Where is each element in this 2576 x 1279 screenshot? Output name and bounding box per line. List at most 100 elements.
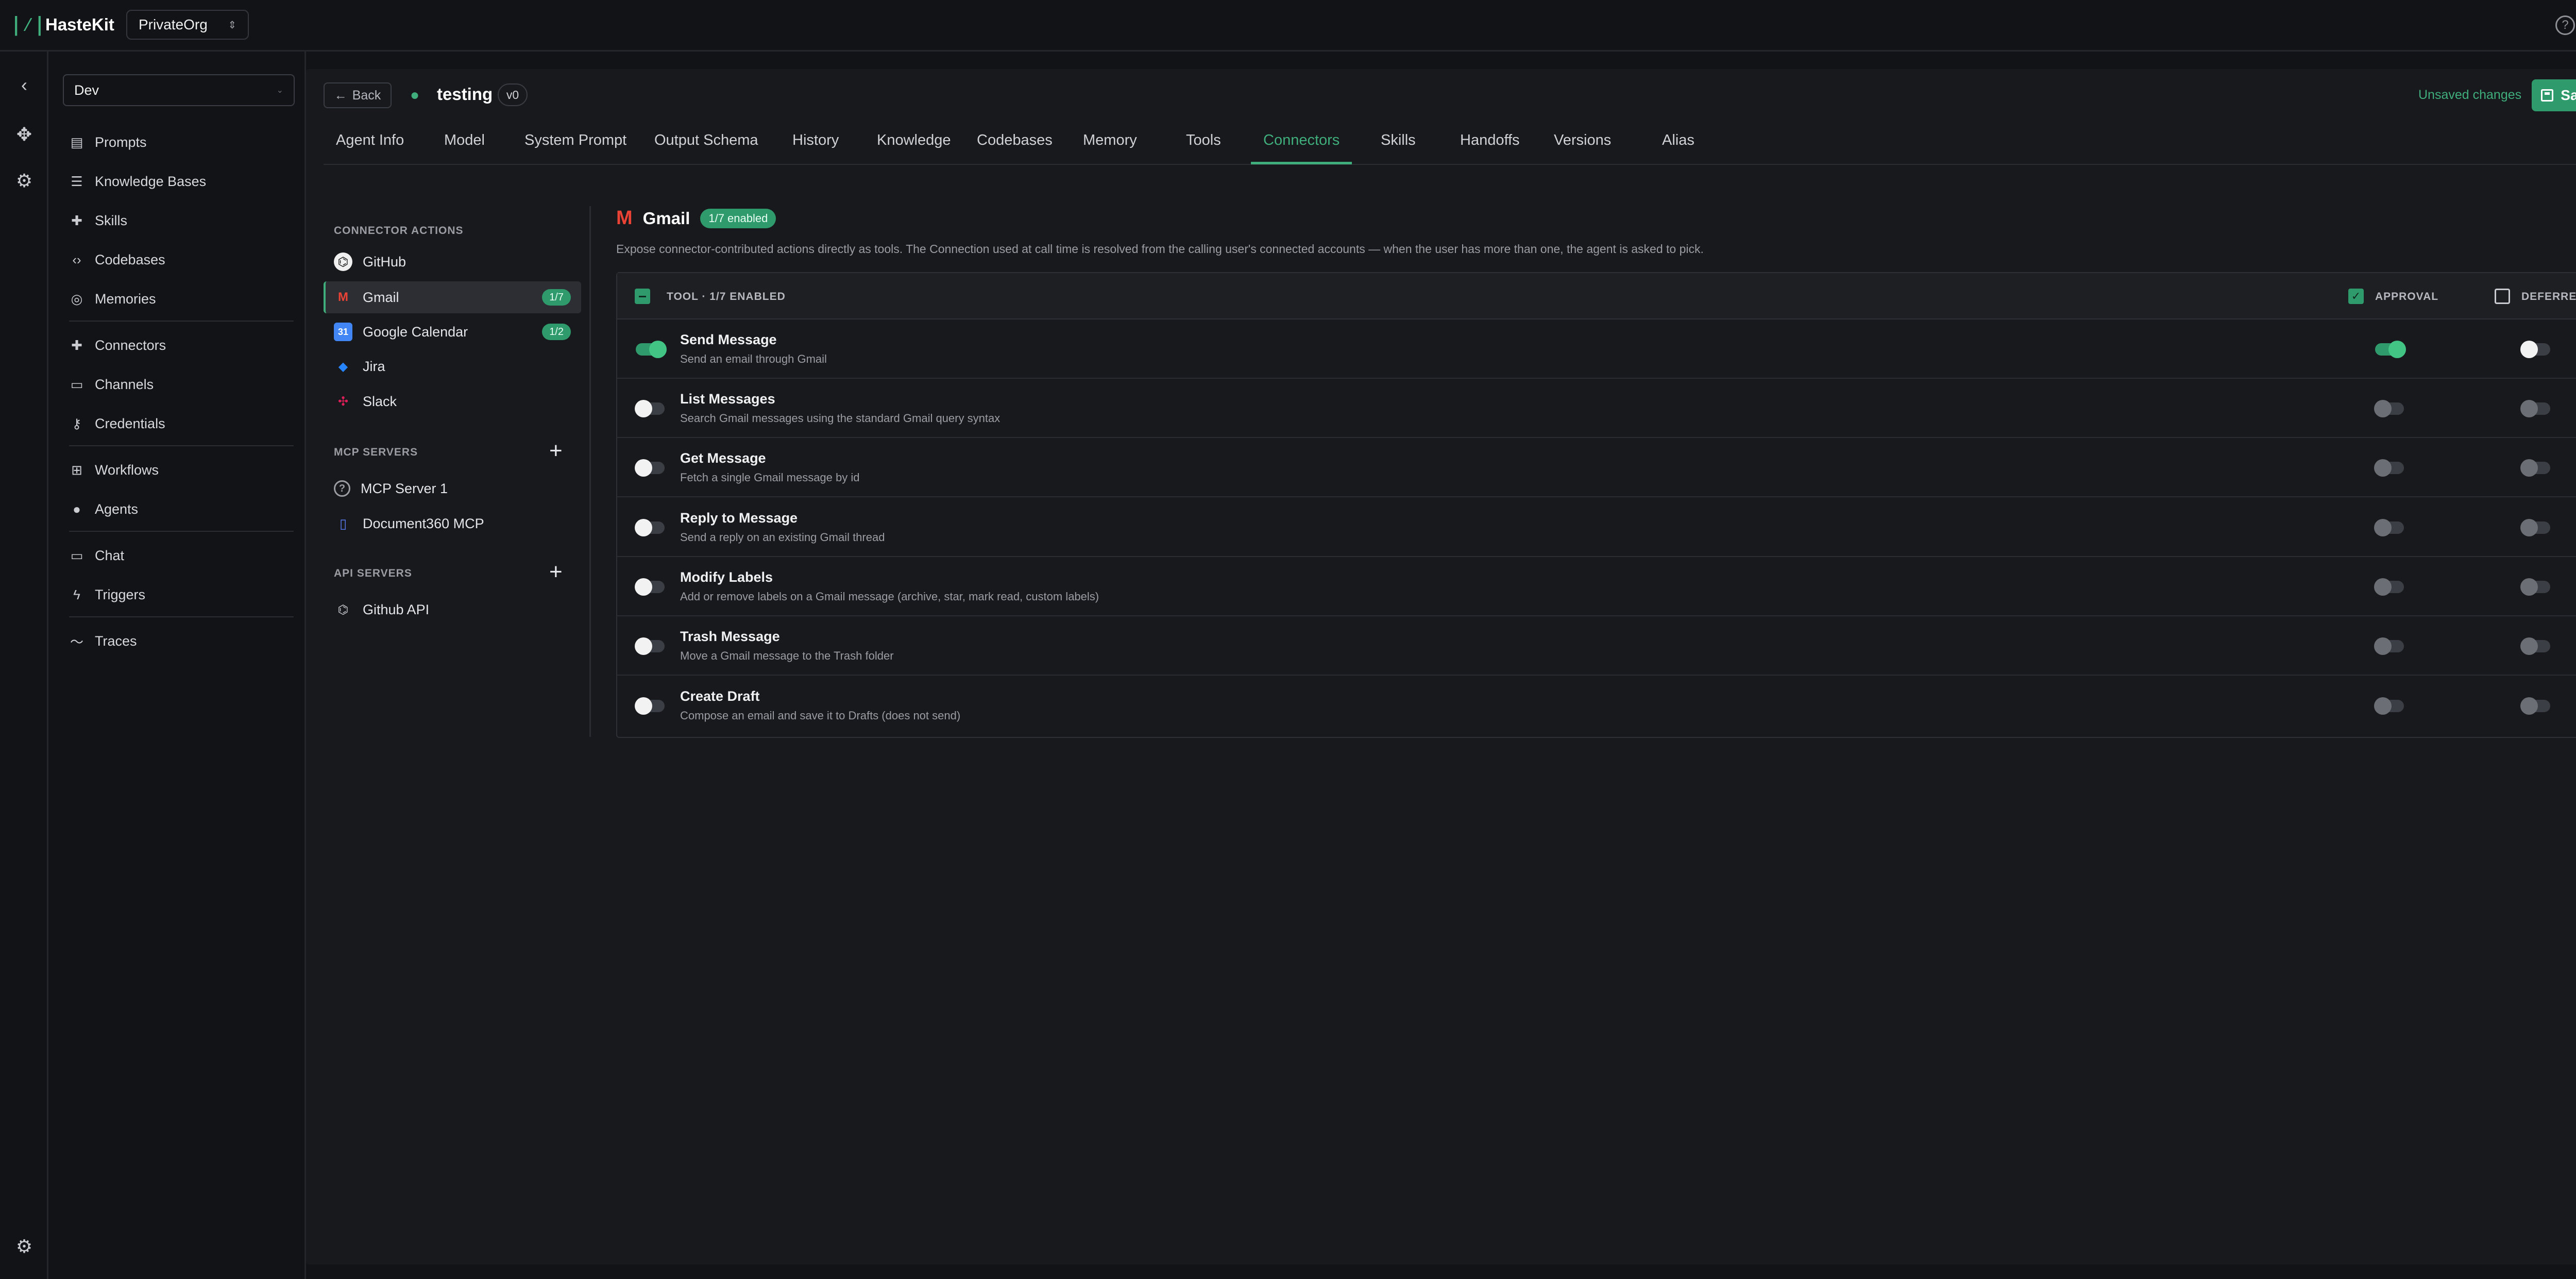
question-circle-icon: ? [334,480,350,497]
tab-handoffs[interactable]: Handoffs [1460,132,1520,164]
back-label: Back [352,88,381,103]
tab-skills[interactable]: Skills [1381,132,1416,164]
add-mcp-server-icon[interactable]: + [549,438,563,464]
add-api-server-icon[interactable]: + [549,559,563,585]
api-label: Github API [363,601,430,617]
vertical-divider [589,206,591,737]
api-item-github-api[interactable]: ⌬ Github API [324,594,581,626]
org-selector[interactable]: PrivateOrg ⇕ [126,10,249,40]
sidebar-item-label: Credentials [95,415,165,431]
sidebar-item-label: Workflows [95,462,159,478]
tool-title: Send Message [680,332,777,347]
tab-codebases[interactable]: Codebases [977,132,1053,164]
robot-icon[interactable]: ⚙ [11,168,37,194]
version-badge[interactable]: v0 [498,83,528,106]
back-button[interactable]: ← Back [324,82,392,108]
save-button[interactable]: Save [2532,79,2576,111]
help-icon[interactable]: ? [2555,15,2575,35]
tab-model[interactable]: Model [444,132,485,164]
deferred-toggle[interactable] [2520,519,2550,536]
approval-all-checkbox[interactable]: ✓ [2348,289,2364,304]
deferred-toggle[interactable] [2520,637,2550,655]
sidebar-item-credentials[interactable]: ⚷ Credentials [69,410,291,437]
deferred-toggle[interactable] [2520,459,2550,477]
sidebar-item-memories[interactable]: ◎ Memories [69,285,291,312]
enable-toggle[interactable] [635,578,665,596]
enable-toggle[interactable] [635,697,665,715]
connector-item-github[interactable]: ⌬ GitHub [324,246,581,278]
environment-select[interactable]: Dev ⌄ [63,74,295,106]
trend-icon: 〜 [70,634,83,650]
mcp-label: Document360 MCP [363,515,484,531]
connector-label: Gmail [363,289,399,305]
move-arrows-icon[interactable]: ✥ [11,122,37,147]
collapse-chevron-icon[interactable]: ‹ [11,72,37,98]
active-tab-indicator [1251,162,1352,164]
tool-title: Modify Labels [680,569,773,585]
connector-label: GitHub [363,254,406,270]
sidebar-divider [69,445,294,446]
deferred-toggle[interactable] [2520,578,2550,596]
enable-toggle[interactable] [636,341,667,358]
column-header-deferred: DEFERRED [2521,291,2576,302]
deferred-all-checkbox[interactable] [2495,289,2510,304]
tab-versions[interactable]: Versions [1554,132,1611,164]
tab-system-prompt[interactable]: System Prompt [524,132,626,164]
column-header-approval: APPROVAL [2375,291,2439,302]
tab-history[interactable]: History [792,132,839,164]
tab-connectors[interactable]: Connectors [1263,132,1340,164]
approval-toggle[interactable] [2374,519,2404,536]
sidebar-item-workflows[interactable]: ⊞ Workflows [69,457,291,483]
deferred-toggle[interactable] [2520,400,2550,417]
sidebar-item-label: Memories [95,291,156,307]
sidebar-item-triggers[interactable]: ϟ Triggers [69,581,291,608]
jira-icon: ◆ [338,359,348,374]
tool-title: Create Draft [680,688,760,704]
hastekit-logo-icon: |⁄| [10,12,46,36]
connector-item-jira[interactable]: ◆ Jira [324,350,581,382]
tab-memory[interactable]: Memory [1083,132,1137,164]
sidebar-item-knowledge-bases[interactable]: ☰ Knowledge Bases [69,168,291,195]
table-row [617,616,2576,676]
enable-toggle[interactable] [635,400,665,417]
connector-item-slack[interactable]: ✣ Slack [324,385,581,417]
settings-gear-icon[interactable]: ⚙ [11,1234,37,1259]
tool-description: Move a Gmail message to the Trash folder [680,649,894,662]
sidebar-item-skills[interactable]: ✚ Skills [69,207,291,234]
connector-item-gmail[interactable]: M Gmail 1/7 [324,281,581,313]
sidebar-divider [69,531,294,532]
tab-output-schema[interactable]: Output Schema [654,132,758,164]
deferred-toggle[interactable] [2520,697,2550,715]
mcp-item-document360[interactable]: ▯ Document360 MCP [324,508,581,540]
sidebar-item-chat[interactable]: ▭ Chat [69,542,291,569]
enable-toggle[interactable] [635,519,665,536]
sidebar-item-prompts[interactable]: ▤ Prompts [69,129,291,156]
deferred-toggle[interactable] [2520,341,2550,358]
mcp-item-server-1[interactable]: ? MCP Server 1 [324,473,581,504]
approval-toggle[interactable] [2375,341,2406,358]
sidebar-item-agents[interactable]: ● Agents [69,496,291,523]
tab-knowledge[interactable]: Knowledge [877,132,951,164]
unsaved-changes-label: Unsaved changes [2418,88,2522,102]
connector-item-google-calendar[interactable]: 31 Google Calendar 1/2 [324,316,581,348]
enable-toggle[interactable] [635,637,665,655]
tab-tools[interactable]: Tools [1186,132,1221,164]
tab-agent-info[interactable]: Agent Info [336,132,404,164]
tool-description: Compose an email and save it to Drafts (… [680,709,961,722]
approval-toggle[interactable] [2374,697,2404,715]
sidebar-item-connectors[interactable]: ✚ Connectors [69,332,291,359]
approval-toggle[interactable] [2374,637,2404,655]
brand[interactable]: |⁄| HasteKit [10,12,114,36]
tab-alias[interactable]: Alias [1662,132,1694,164]
sidebar-item-traces[interactable]: 〜 Traces [69,628,291,654]
approval-toggle[interactable] [2374,459,2404,477]
sidebar-item-codebases[interactable]: ‹› Codebases [69,246,291,273]
approval-toggle[interactable] [2374,578,2404,596]
select-all-checkbox[interactable] [635,289,650,304]
enable-toggle[interactable] [635,459,665,477]
section-label-api-servers: API SERVERS [334,567,412,579]
approval-toggle[interactable] [2374,400,2404,417]
sidebar-item-channels[interactable]: ▭ Channels [69,371,291,398]
chat-icon: ▭ [70,547,83,563]
table-row [617,557,2576,616]
